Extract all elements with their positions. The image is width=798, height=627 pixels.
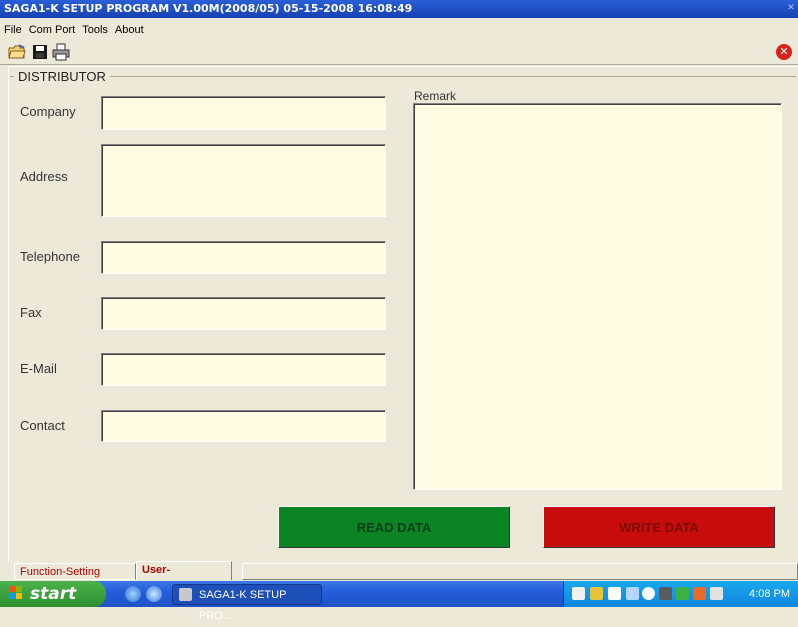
quicklaunch-browser-icon[interactable] <box>146 586 162 602</box>
print-icon[interactable] <box>52 43 70 61</box>
tab-function-setting[interactable]: Function-Setting <box>14 563 136 580</box>
menu-tools[interactable]: Tools <box>78 21 111 36</box>
address-field[interactable] <box>101 144 386 217</box>
remark-label: Remark <box>414 89 457 103</box>
toolbar: ✕ <box>0 40 798 65</box>
company-field[interactable] <box>101 96 386 130</box>
tray-antivirus-icon[interactable] <box>676 587 689 600</box>
app-icon <box>179 588 192 601</box>
tab-user-information[interactable]: User-Infomation <box>136 561 232 593</box>
taskbar: start SAGA1-K SETUP PRO... 4:08 PM <box>0 581 798 622</box>
group-divider <box>10 76 796 77</box>
tray-printer-icon[interactable] <box>659 587 672 600</box>
telephone-label: Telephone <box>20 249 80 264</box>
contact-field[interactable] <box>101 410 386 442</box>
start-button[interactable]: start <box>0 581 106 607</box>
tray-arrow-icon[interactable] <box>642 587 655 600</box>
email-field[interactable] <box>101 353 386 386</box>
tray-volume-icon[interactable] <box>710 587 723 600</box>
system-tray: 4:08 PM <box>563 581 798 607</box>
windows-flag-icon <box>9 586 22 599</box>
open-folder-icon[interactable] <box>8 43 26 61</box>
contact-label: Contact <box>20 418 65 433</box>
menu-com-port[interactable]: Com Port <box>25 21 78 36</box>
menu-about[interactable]: About <box>111 21 147 36</box>
tray-chat-icon[interactable] <box>590 587 603 600</box>
taskbar-clock: 4:08 PM <box>749 588 790 600</box>
tray-monitor-icon[interactable] <box>693 587 706 600</box>
window-close-icon[interactable]: ✕ <box>786 2 796 14</box>
tab-strip-filler <box>242 563 798 580</box>
title-bar: SAGA1-K SETUP PROGRAM V1.00M(2008/05) 05… <box>0 0 798 18</box>
quicklaunch-ie-icon[interactable] <box>125 586 141 602</box>
start-label: start <box>30 584 77 604</box>
tray-help-icon[interactable] <box>608 587 621 600</box>
taskbar-task-setup-program[interactable]: SAGA1-K SETUP PRO... <box>172 584 322 622</box>
remark-textarea[interactable] <box>413 103 782 490</box>
email-label: E-Mail <box>20 361 57 376</box>
fax-label: Fax <box>20 305 42 320</box>
company-label: Company <box>20 104 76 119</box>
tray-network-icon[interactable] <box>626 587 639 600</box>
close-icon[interactable]: ✕ <box>776 44 792 60</box>
save-disk-icon[interactable] <box>31 43 49 61</box>
read-data-button[interactable]: READ DATA <box>278 506 510 548</box>
tab-strip: Function-Setting User-Infomation <box>10 561 798 593</box>
task-label: SAGA1-K SETUP PRO... <box>199 589 287 622</box>
window-title: SAGA1-K SETUP PROGRAM V1.00M(2008/05) 05… <box>4 2 413 15</box>
tray-pen-icon[interactable] <box>572 587 585 600</box>
group-label-distributor: DISTRIBUTOR <box>14 69 110 84</box>
address-label: Address <box>20 169 68 184</box>
menu-bar: File Com Port Tools About <box>0 18 798 38</box>
telephone-field[interactable] <box>101 241 386 274</box>
fax-field[interactable] <box>101 297 386 330</box>
write-data-button[interactable]: WRITE DATA <box>543 506 775 548</box>
menu-file[interactable]: File <box>0 21 25 36</box>
